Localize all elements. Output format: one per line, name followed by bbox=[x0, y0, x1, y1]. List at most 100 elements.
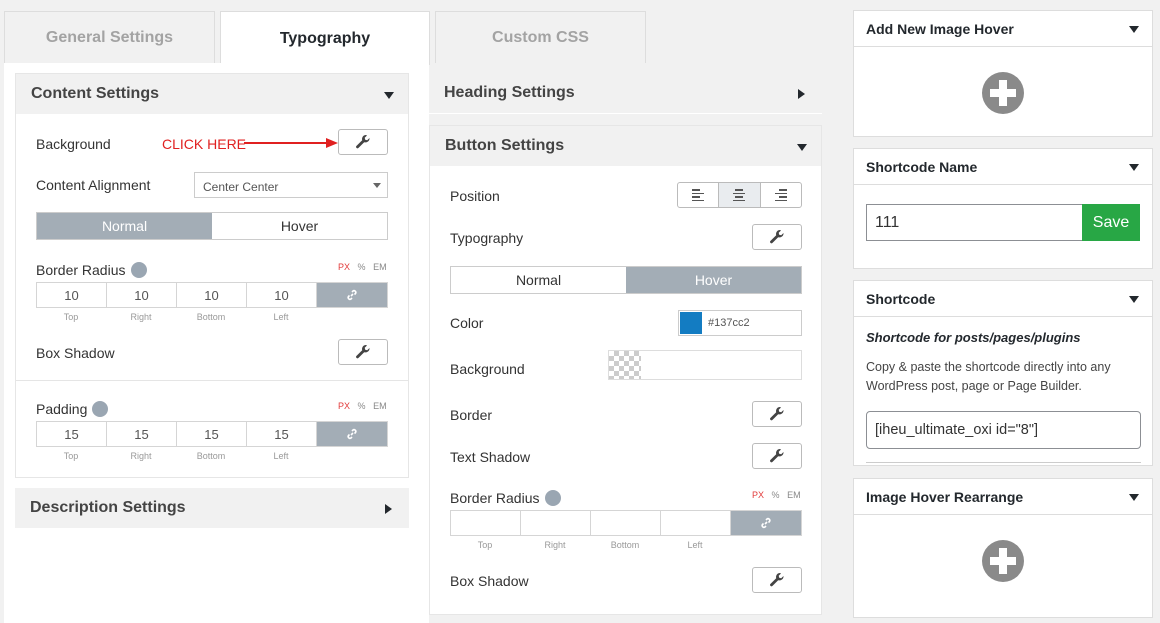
rearrange-header[interactable]: Image Hover Rearrange bbox=[854, 479, 1152, 515]
normal-tab[interactable]: Normal bbox=[37, 213, 212, 239]
heading-settings-panel: Heading Settings bbox=[429, 73, 822, 114]
tab-general-settings[interactable]: General Settings bbox=[4, 11, 215, 63]
link-values-button[interactable] bbox=[317, 283, 387, 307]
border-radius-bottom-input[interactable]: 10 bbox=[177, 283, 247, 307]
wrench-icon bbox=[770, 230, 784, 244]
border-radius-side-labels: Top Right Bottom Left bbox=[63, 312, 289, 322]
collapse-icon bbox=[1129, 494, 1139, 501]
box-shadow-button[interactable] bbox=[338, 339, 388, 365]
background-color-picker[interactable] bbox=[608, 350, 802, 380]
border-radius-right-input[interactable] bbox=[521, 511, 591, 535]
shortcode-name-input[interactable]: 111 bbox=[866, 204, 1082, 241]
unit-em[interactable]: EM bbox=[787, 490, 801, 500]
link-icon bbox=[347, 428, 357, 440]
add-new-header[interactable]: Add New Image Hover bbox=[854, 11, 1152, 47]
padding-inputs: 15 15 15 15 bbox=[36, 421, 388, 447]
button-settings-panel: Button Settings Position Typography Norm… bbox=[429, 125, 822, 615]
wrench-icon bbox=[356, 135, 370, 149]
shortcode-field[interactable]: [iheu_ultimate_oxi id="8"] bbox=[866, 411, 1141, 449]
unit-switch: PX % EM bbox=[338, 262, 387, 272]
text-shadow-button[interactable] bbox=[752, 443, 802, 469]
unit-px[interactable]: PX bbox=[752, 490, 764, 500]
border-radius-bottom-input[interactable] bbox=[591, 511, 661, 535]
border-button[interactable] bbox=[752, 401, 802, 427]
padding-top-input[interactable]: 15 bbox=[37, 422, 107, 446]
unit-px[interactable]: PX bbox=[338, 401, 350, 411]
link-values-button[interactable] bbox=[731, 511, 801, 535]
border-label: Border bbox=[450, 407, 493, 423]
box-shadow-label: Box Shadow bbox=[36, 345, 115, 361]
border-radius-top-input[interactable] bbox=[451, 511, 521, 535]
description-settings-header[interactable]: Description Settings bbox=[15, 488, 409, 528]
align-left-button[interactable] bbox=[678, 183, 720, 207]
text-shadow-label: Text Shadow bbox=[450, 449, 531, 465]
chevron-down-icon bbox=[373, 183, 381, 188]
content-settings-header[interactable]: Content Settings bbox=[16, 74, 408, 114]
button-settings-header[interactable]: Button Settings bbox=[430, 126, 821, 166]
unit-percent[interactable]: % bbox=[358, 401, 366, 411]
border-radius-left-input[interactable]: 10 bbox=[247, 283, 317, 307]
hover-tab[interactable]: Hover bbox=[626, 267, 801, 293]
collapse-icon bbox=[1129, 164, 1139, 171]
wrench-icon bbox=[770, 573, 784, 587]
unit-em[interactable]: EM bbox=[373, 262, 387, 272]
border-radius-right-input[interactable]: 10 bbox=[107, 283, 177, 307]
normal-tab[interactable]: Normal bbox=[451, 267, 626, 293]
link-values-button[interactable] bbox=[317, 422, 387, 446]
color-label: Color bbox=[450, 315, 484, 331]
button-state-toggle: Normal Hover bbox=[450, 266, 802, 294]
background-label: Background bbox=[450, 361, 525, 377]
wrench-icon bbox=[770, 407, 784, 421]
unit-switch: PX % EM bbox=[338, 401, 387, 411]
background-settings-button[interactable] bbox=[338, 129, 388, 155]
padding-bottom-input[interactable]: 15 bbox=[177, 422, 247, 446]
border-radius-top-input[interactable]: 10 bbox=[37, 283, 107, 307]
arrow-annotation-icon bbox=[244, 138, 338, 148]
typography-label: Typography bbox=[450, 230, 524, 246]
tab-custom-css[interactable]: Custom CSS bbox=[435, 11, 646, 63]
align-center-button[interactable] bbox=[719, 183, 761, 207]
tab-typography[interactable]: Typography bbox=[220, 11, 430, 65]
box-shadow-button[interactable] bbox=[752, 567, 802, 593]
padding-left-input[interactable]: 15 bbox=[247, 422, 317, 446]
collapse-icon bbox=[1129, 26, 1139, 33]
unit-px[interactable]: PX bbox=[338, 262, 350, 272]
content-alignment-select[interactable]: Center Center bbox=[194, 172, 388, 198]
color-picker[interactable]: #137cc2 bbox=[678, 310, 802, 336]
hover-tab[interactable]: Hover bbox=[212, 213, 387, 239]
border-radius-label: Border Radius bbox=[36, 262, 147, 279]
shortcode-header[interactable]: Shortcode bbox=[854, 281, 1152, 317]
shortcode-name-header[interactable]: Shortcode Name bbox=[854, 149, 1152, 185]
button-border-radius-inputs bbox=[450, 510, 802, 536]
align-center-icon bbox=[733, 187, 746, 203]
color-swatch bbox=[680, 312, 702, 334]
shortcode-panel: Shortcode Shortcode for posts/pages/plug… bbox=[853, 280, 1153, 466]
padding-right-input[interactable]: 15 bbox=[107, 422, 177, 446]
align-right-button[interactable] bbox=[761, 183, 801, 207]
border-radius-left-input[interactable] bbox=[661, 511, 731, 535]
content-state-toggle: Normal Hover bbox=[36, 212, 388, 240]
align-right-icon bbox=[774, 187, 787, 203]
typography-button[interactable] bbox=[752, 224, 802, 250]
add-icon[interactable] bbox=[982, 72, 1024, 114]
responsive-icon[interactable] bbox=[92, 401, 109, 418]
responsive-icon[interactable] bbox=[130, 262, 147, 279]
divider bbox=[16, 380, 408, 381]
border-radius-inputs: 10 10 10 10 bbox=[36, 282, 388, 308]
color-value: #137cc2 bbox=[708, 317, 750, 329]
expand-icon bbox=[385, 504, 392, 514]
link-icon bbox=[347, 289, 357, 301]
unit-percent[interactable]: % bbox=[772, 490, 780, 500]
button-border-radius-side-labels: Top Right Bottom Left bbox=[477, 540, 703, 550]
unit-percent[interactable]: % bbox=[358, 262, 366, 272]
rearrange-panel: Image Hover Rearrange bbox=[853, 478, 1153, 618]
collapse-icon bbox=[797, 144, 807, 151]
save-button[interactable]: Save bbox=[1082, 204, 1140, 241]
heading-settings-header[interactable]: Heading Settings bbox=[429, 73, 822, 113]
click-here-annotation: CLICK HERE bbox=[162, 136, 247, 152]
shortcode-subtitle: Shortcode for posts/pages/plugins bbox=[866, 330, 1081, 345]
responsive-icon[interactable] bbox=[544, 490, 561, 507]
unit-em[interactable]: EM bbox=[373, 401, 387, 411]
expand-icon bbox=[798, 89, 805, 99]
add-icon[interactable] bbox=[982, 540, 1024, 582]
